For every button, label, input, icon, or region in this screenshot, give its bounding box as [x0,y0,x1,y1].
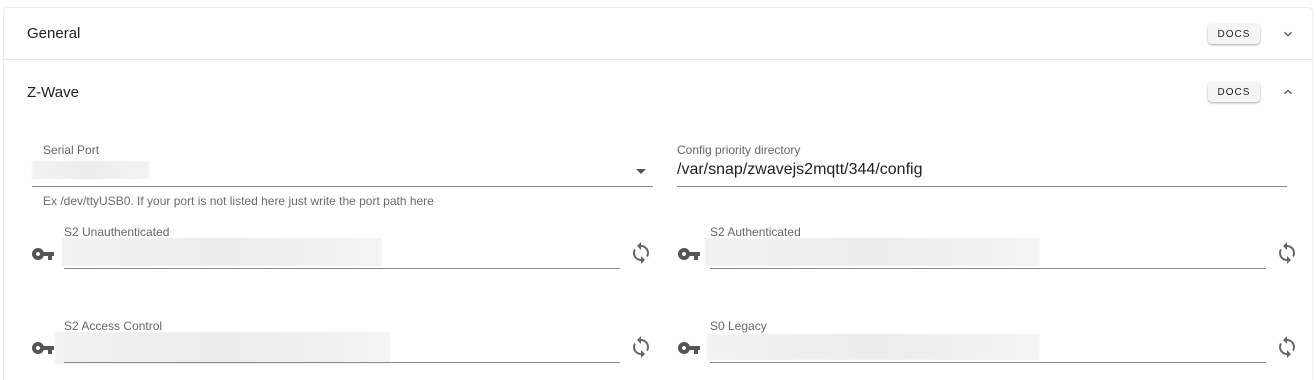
s2-access-control-label: S2 Access Control [64,319,163,333]
serial-port-value-redacted [32,161,149,179]
chevron-up-icon[interactable] [1280,84,1296,100]
config-priority-label: Config priority directory [677,143,801,157]
s0-legacy-label: S0 Legacy [710,319,767,333]
refresh-icon[interactable] [629,241,653,265]
s2-authenticated-value-redacted [705,238,1039,266]
panel-title-general[interactable]: General [27,25,80,42]
serial-port-underline [32,186,653,187]
s0-legacy-underline [710,362,1266,363]
refresh-icon[interactable] [1275,335,1299,359]
panel-title-zwave[interactable]: Z-Wave [27,84,79,101]
docs-button-zwave[interactable]: DOCS [1208,82,1260,102]
s2-unauthenticated-label: S2 Unauthenticated [64,225,170,239]
config-priority-underline [677,186,1287,187]
key-icon [32,342,54,354]
dropdown-arrow-icon[interactable] [636,169,646,174]
key-icon [678,342,700,354]
s2-access-control-value-redacted [55,332,390,364]
s2-access-control-underline [64,362,620,363]
panel-general[interactable]: General DOCS [3,7,1313,60]
refresh-icon[interactable] [629,335,653,359]
s2-unauthenticated-underline [64,268,620,269]
s2-unauthenticated-value-redacted [62,238,382,266]
serial-port-hint: Ex /dev/ttyUSB0. If your port is not lis… [43,194,434,208]
key-icon [678,248,700,260]
s0-legacy-value-redacted [707,334,1039,360]
s2-authenticated-underline [710,268,1266,269]
key-icon [32,248,54,260]
s2-authenticated-label: S2 Authenticated [710,225,801,239]
refresh-icon[interactable] [1275,241,1299,265]
config-priority-input[interactable]: /var/snap/zwavejs2mqtt/344/config [677,161,922,179]
serial-port-label: Serial Port [43,143,100,157]
chevron-down-icon[interactable] [1280,26,1296,42]
docs-button-general[interactable]: DOCS [1208,24,1260,44]
